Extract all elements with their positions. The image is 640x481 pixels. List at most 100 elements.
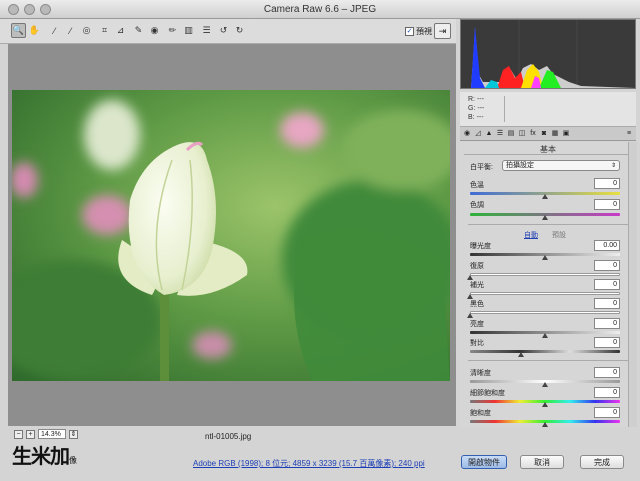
recovery-slider-track[interactable] bbox=[470, 273, 620, 276]
targeted-adjustment-tool-icon[interactable]: ◎ bbox=[79, 23, 94, 38]
file-name: ntl-01005.jpg bbox=[205, 432, 252, 441]
recovery-label: 復原 bbox=[470, 263, 484, 270]
tool-bar: 🔍 ✋ ⁄ ⁄ ◎ ⌗ ⊿ ✎ ◉ ✏ ▥ ☰ ↺ ↻ ✓ 預視 ⇥ bbox=[0, 19, 456, 44]
cancel-button[interactable]: 取消 bbox=[520, 455, 564, 469]
brightness-label: 亮度 bbox=[470, 321, 484, 328]
b-readout: B: --- bbox=[468, 114, 484, 121]
spot-removal-tool-icon[interactable]: ✎ bbox=[131, 23, 146, 38]
tab-snapshots-icon[interactable]: ▣ bbox=[561, 129, 571, 139]
select-arrows-icon: ⇕ bbox=[610, 163, 616, 169]
contrast-label: 對比 bbox=[470, 340, 484, 347]
blacks-slider-thumb[interactable] bbox=[467, 313, 473, 318]
color-sampler-tool-icon[interactable]: ⁄ bbox=[63, 23, 78, 38]
saturation-field[interactable]: 0 bbox=[594, 407, 620, 418]
clarity-label: 清晰度 bbox=[470, 370, 491, 377]
clarity-field[interactable]: 0 bbox=[594, 367, 620, 378]
white-balance-tool-icon[interactable]: ⁄ bbox=[47, 23, 62, 38]
crop-tool-icon[interactable]: ⌗ bbox=[97, 23, 112, 38]
title-divider bbox=[464, 154, 632, 155]
divider bbox=[468, 224, 628, 225]
panel-tabs: ◉ ◿ ▲ ☰ ▤ ◫ fx ◙ ▦ ▣ ≡ bbox=[460, 127, 636, 141]
workflow-options-link[interactable]: Adobe RGB (1998); 8 位元; 4859 x 3239 (15.… bbox=[193, 458, 425, 469]
basic-panel: 基本 白平衡: 拍攝設定 ⇕ 色溫 0 色調 0 自動 預設 曝光度 0.00 復… bbox=[460, 142, 636, 427]
blacks-field[interactable]: 0 bbox=[594, 298, 620, 309]
window-title: Camera Raw 6.6 – JPEG bbox=[263, 4, 377, 15]
panel-scrollbar[interactable] bbox=[628, 142, 637, 427]
zoom-level-field[interactable]: 14.3% bbox=[38, 429, 66, 439]
rgb-readout: R: --- G: --- B: --- bbox=[460, 92, 636, 127]
tint-label: 色調 bbox=[470, 202, 484, 209]
clarity-slider-thumb[interactable] bbox=[542, 382, 548, 387]
wb-label: 白平衡: bbox=[470, 164, 493, 171]
histogram bbox=[460, 19, 636, 89]
fill-light-field[interactable]: 0 bbox=[594, 279, 620, 290]
preview-label: 預視 bbox=[416, 27, 432, 36]
g-readout: G: --- bbox=[468, 105, 485, 112]
rotate-ccw-icon[interactable]: ↺ bbox=[216, 23, 231, 38]
vibrance-label: 細節飽和度 bbox=[470, 390, 505, 397]
blacks-slider-track[interactable] bbox=[470, 311, 620, 314]
fullscreen-icon: ⇥ bbox=[438, 26, 447, 36]
tab-tone-curve-icon[interactable]: ◿ bbox=[473, 129, 483, 139]
blacks-label: 黑色 bbox=[470, 301, 484, 308]
preview-check-icon[interactable]: ✓ bbox=[405, 27, 414, 36]
tab-camera-calibration-icon[interactable]: ◙ bbox=[539, 129, 549, 139]
done-button[interactable]: 完成 bbox=[580, 455, 624, 469]
straighten-tool-icon[interactable]: ⊿ bbox=[113, 23, 128, 38]
tab-lens-icon[interactable]: ◫ bbox=[517, 129, 527, 139]
zoom-control: − + 14.3% ⇕ bbox=[14, 429, 78, 439]
tab-detail-icon[interactable]: ▲ bbox=[484, 129, 494, 139]
red-eye-tool-icon[interactable]: ◉ bbox=[147, 23, 162, 38]
zoom-tool-icon[interactable]: 🔍 bbox=[11, 23, 26, 38]
zoom-out-button[interactable]: − bbox=[14, 429, 23, 439]
divider bbox=[468, 360, 628, 361]
readout-divider bbox=[504, 96, 505, 122]
saturation-label: 飽和度 bbox=[470, 410, 491, 417]
temp-slider-thumb[interactable] bbox=[542, 194, 548, 199]
tab-effects-icon[interactable]: fx bbox=[528, 129, 538, 139]
contrast-slider-track[interactable] bbox=[470, 350, 620, 353]
r-readout: R: --- bbox=[468, 96, 484, 103]
tab-basic-icon[interactable]: ◉ bbox=[462, 129, 472, 139]
vibrance-slider-thumb[interactable] bbox=[542, 402, 548, 407]
zoom-in-button[interactable]: + bbox=[26, 429, 35, 439]
brightness-slider-thumb[interactable] bbox=[542, 333, 548, 338]
rotate-cw-icon[interactable]: ↻ bbox=[232, 23, 247, 38]
lotus-photo-image bbox=[12, 90, 450, 381]
fill-light-label: 補光 bbox=[470, 282, 484, 289]
fill-light-slider-track[interactable] bbox=[470, 292, 620, 295]
lotus-photo-preview bbox=[12, 90, 450, 381]
contrast-slider-thumb[interactable] bbox=[518, 352, 524, 357]
watermark-logo: 生米加像 bbox=[12, 446, 77, 468]
wb-select[interactable]: 拍攝設定 ⇕ bbox=[502, 160, 620, 171]
graduated-filter-icon[interactable]: ▥ bbox=[181, 23, 196, 38]
tab-presets-icon[interactable]: ▦ bbox=[550, 129, 560, 139]
fullscreen-toggle-button[interactable]: ⇥ bbox=[434, 23, 451, 39]
tab-hsl-icon[interactable]: ☰ bbox=[495, 129, 505, 139]
tint-field[interactable]: 0 bbox=[594, 199, 620, 210]
hand-tool-icon[interactable]: ✋ bbox=[27, 23, 42, 38]
default-link[interactable]: 預設 bbox=[552, 230, 566, 240]
tint-slider-thumb[interactable] bbox=[542, 215, 548, 220]
contrast-field[interactable]: 0 bbox=[594, 337, 620, 348]
tab-split-toning-icon[interactable]: ▤ bbox=[506, 129, 516, 139]
exposure-label: 曝光度 bbox=[470, 243, 491, 250]
preview-checkbox[interactable]: ✓ 預視 bbox=[405, 26, 432, 37]
recovery-field[interactable]: 0 bbox=[594, 260, 620, 271]
adjustment-brush-icon[interactable]: ✏ bbox=[165, 23, 180, 38]
window-titlebar: Camera Raw 6.6 – JPEG bbox=[0, 0, 640, 19]
brightness-field[interactable]: 0 bbox=[594, 318, 620, 329]
vibrance-field[interactable]: 0 bbox=[594, 387, 620, 398]
panel-menu-icon[interactable]: ≡ bbox=[624, 129, 634, 139]
temp-field[interactable]: 0 bbox=[594, 178, 620, 189]
exposure-field[interactable]: 0.00 bbox=[594, 240, 620, 251]
auto-link[interactable]: 自動 bbox=[524, 230, 538, 240]
exposure-slider-thumb[interactable] bbox=[542, 255, 548, 260]
zoom-menu-icon[interactable]: ⇕ bbox=[69, 429, 78, 439]
temp-label: 色溫 bbox=[470, 182, 484, 189]
histogram-graph bbox=[471, 20, 635, 88]
preferences-icon[interactable]: ☰ bbox=[199, 23, 214, 38]
open-object-button[interactable]: 開啟物件 bbox=[461, 455, 507, 469]
bottom-bar bbox=[0, 427, 640, 481]
wb-select-value: 拍攝設定 bbox=[506, 162, 534, 169]
